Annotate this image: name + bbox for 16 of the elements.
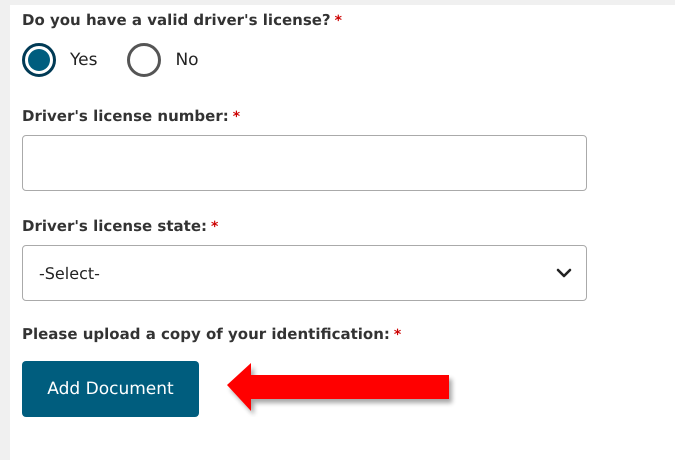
radio-button[interactable] [127,43,162,77]
add-document-button[interactable]: Add Document [22,361,199,417]
input-field[interactable] [22,135,587,191]
radio-label[interactable]: Yes [70,50,98,70]
required-mark: * [394,327,402,343]
field-label: Do you have a valid driver's license? [22,11,331,29]
field-label: Driver's license state: [22,217,207,235]
required-mark: * [334,13,342,29]
radio-label[interactable]: No [175,50,199,70]
chevron-down-icon [556,268,572,278]
state-dropdown[interactable]: -Select- [22,245,587,301]
required-mark: * [232,109,240,125]
field-label: Driver's license number: [22,107,229,125]
required-mark: * [211,219,218,235]
field-label: Please upload a copy of your identification: [22,325,390,343]
radio-button[interactable] [22,43,56,77]
